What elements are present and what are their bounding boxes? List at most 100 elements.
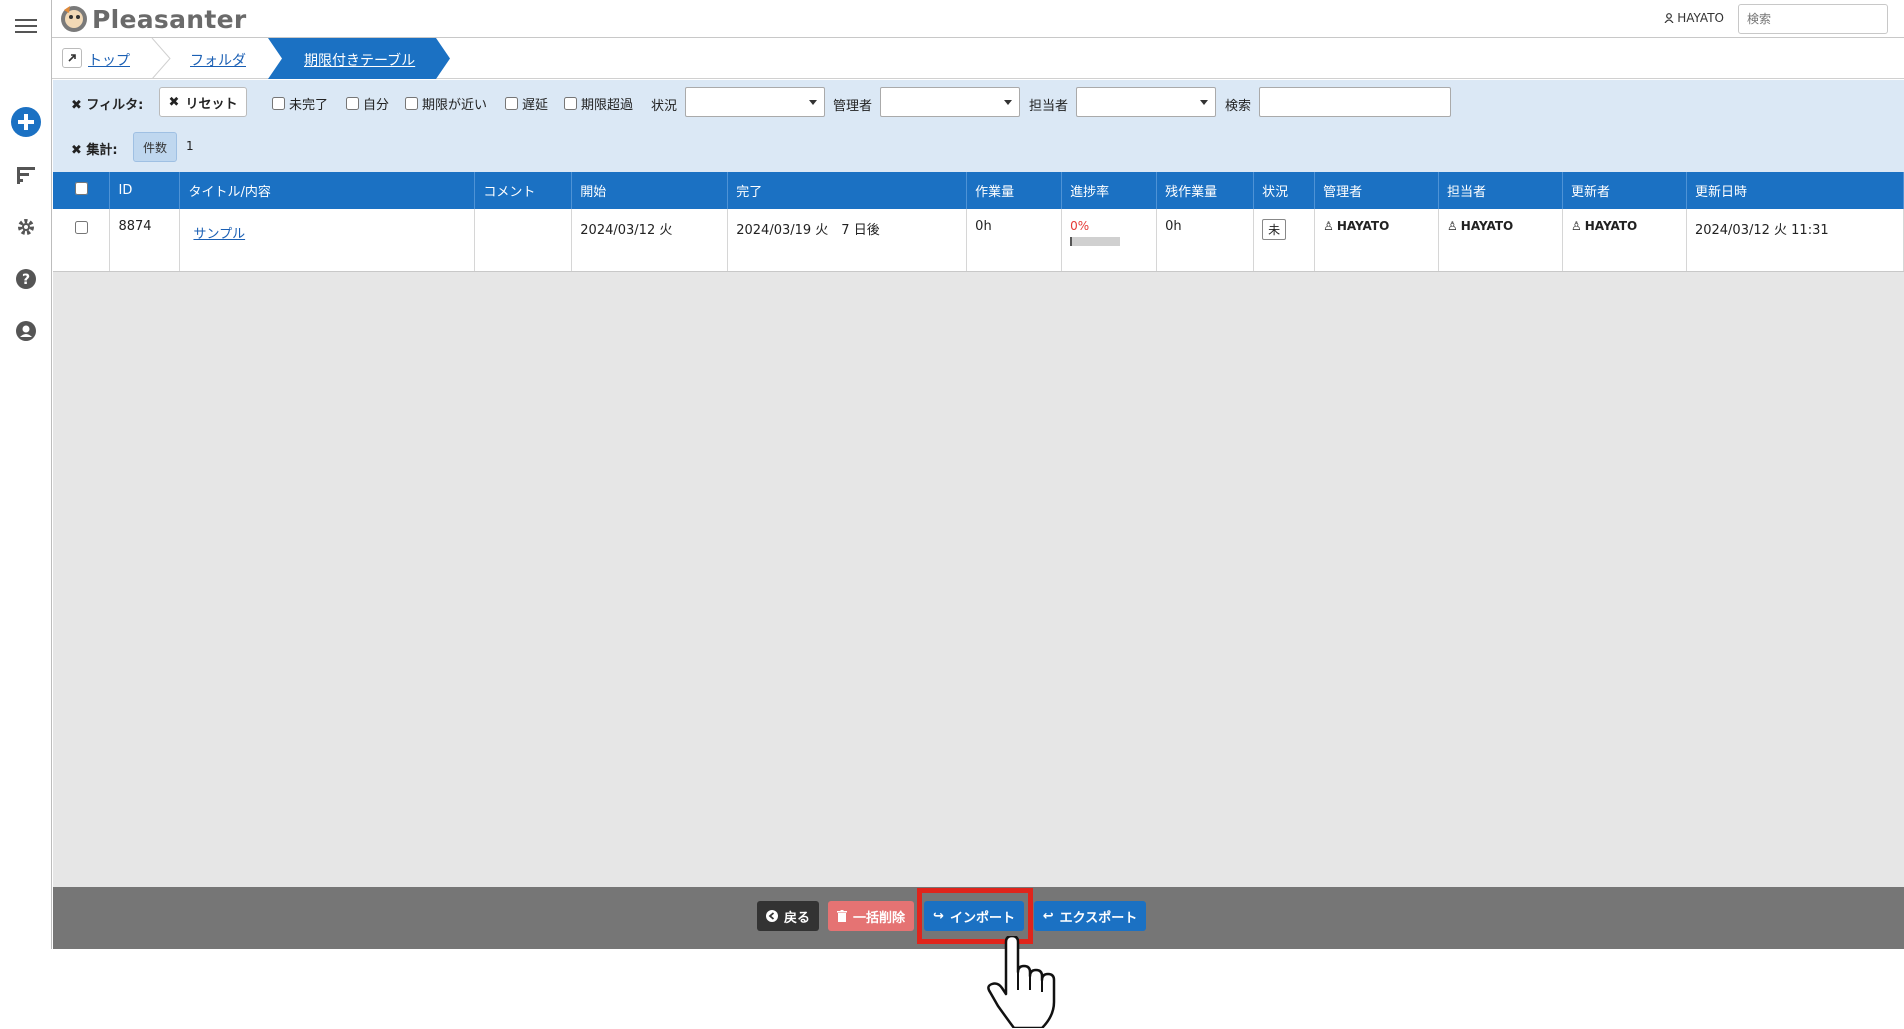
row-checkbox[interactable] [75, 221, 88, 234]
new-item-plus-icon[interactable] [10, 106, 42, 138]
table-row[interactable]: 8874 サンプル 2024/03/12 火 2024/03/19 火 7 日後… [53, 209, 1904, 272]
column-header-title[interactable]: タイトル/内容 [179, 172, 476, 209]
filter-label: フィルタ: [86, 98, 144, 113]
column-header-id[interactable]: ID [109, 172, 181, 209]
aggregation-label: 集計: [86, 143, 118, 158]
trash-icon [836, 910, 847, 922]
top-header: Pleasanter HAYATO [52, 0, 1904, 38]
aggregation-toggle[interactable]: ✖ 集計: [71, 139, 118, 158]
export-icon: ↩ [1042, 908, 1054, 924]
title-link[interactable]: サンプル [193, 223, 245, 242]
filter-self-checkbox[interactable] [346, 97, 359, 110]
filter-near-deadline-label: 期限が近い [422, 98, 488, 113]
breadcrumb-item-current[interactable]: 期限付きテーブル [304, 50, 415, 70]
updator-cell: ♙ HAYATO [1562, 209, 1687, 272]
row-select-cell [53, 209, 111, 272]
status-filter-label: 状況 [651, 99, 678, 114]
pointing-hand-icon [987, 936, 1056, 1028]
manager-filter-select[interactable] [880, 87, 1020, 117]
owner-filter-select[interactable] [1076, 87, 1216, 117]
filter-toggle[interactable]: ✖ フィルタ: [71, 94, 143, 113]
manager-filter-label: 管理者 [833, 99, 873, 114]
export-button[interactable]: ↩ エクスポート [1034, 901, 1146, 931]
help-icon[interactable]: ? [10, 263, 42, 295]
app-logo[interactable]: Pleasanter [60, 3, 247, 35]
comment-cell [474, 209, 573, 272]
reset-filter-button[interactable]: ✖ リセット [159, 87, 247, 117]
progress-rate-text: 0% [1070, 219, 1090, 233]
user-icon: ♙ [1447, 219, 1458, 233]
current-user[interactable]: HAYATO [1664, 11, 1724, 25]
manager-cell: ♙ HAYATO [1314, 209, 1440, 272]
search-filter-input[interactable] [1259, 87, 1451, 117]
filter-overdue[interactable]: 期限超過 [564, 94, 633, 113]
remaining-cell: 0h [1156, 209, 1255, 272]
grid-area: ID タイトル/内容 コメント 開始 完了 作業量 進捗率 残作業量 状況 管理… [53, 172, 1904, 887]
back-icon [765, 910, 778, 922]
filter-incomplete-label: 未完了 [289, 98, 329, 113]
end-cell: 2024/03/19 火 7 日後 [727, 209, 968, 272]
filter-near-deadline[interactable]: 期限が近い [405, 94, 487, 113]
filter-delay-label: 遅延 [522, 98, 549, 113]
breadcrumb-separator-icon [151, 38, 171, 79]
column-header-progress[interactable]: 進捗率 [1061, 172, 1158, 209]
progress-cell: 0% [1061, 209, 1158, 272]
filter-delay-checkbox[interactable] [505, 97, 518, 110]
search-filter-label: 検索 [1225, 99, 1252, 114]
header-search-input[interactable] [1738, 4, 1888, 34]
link-icon[interactable] [62, 48, 82, 68]
user-icon: ♙ [1323, 219, 1334, 233]
reset-label: リセット [185, 96, 238, 112]
select-all-checkbox[interactable] [75, 182, 88, 195]
owner-filter-label: 担当者 [1029, 99, 1069, 114]
progress-bar [1070, 237, 1121, 246]
export-label: エクスポート [1059, 910, 1138, 926]
gear-icon[interactable] [10, 211, 42, 243]
data-grid: ID タイトル/内容 コメント 開始 完了 作業量 進捗率 残作業量 状況 管理… [53, 172, 1904, 272]
column-header-end[interactable]: 完了 [727, 172, 968, 209]
left-sidebar: ? [0, 0, 52, 949]
updator-name: HAYATO [1584, 219, 1638, 233]
column-header-status[interactable]: 状況 [1253, 172, 1316, 209]
start-cell: 2024/03/12 火 [571, 209, 729, 272]
column-header-owner[interactable]: 担当者 [1438, 172, 1563, 209]
column-header-updator[interactable]: 更新者 [1562, 172, 1687, 209]
bulk-delete-button[interactable]: 一括削除 [828, 901, 914, 931]
breadcrumb-item-folder[interactable]: フォルダ [190, 50, 246, 70]
bulk-delete-label: 一括削除 [852, 910, 905, 926]
column-header-remaining[interactable]: 残作業量 [1156, 172, 1255, 209]
work-value-cell: 0h [966, 209, 1063, 272]
column-header-start[interactable]: 開始 [571, 172, 729, 209]
back-button[interactable]: 戻る [757, 901, 819, 931]
column-header-comment[interactable]: コメント [474, 172, 573, 209]
hamburger-menu-icon[interactable] [10, 10, 42, 42]
filter-delay[interactable]: 遅延 [505, 94, 548, 113]
column-header-updated-time[interactable]: 更新日時 [1686, 172, 1904, 209]
aggregation-count-button[interactable]: 件数 [133, 132, 177, 162]
filter-incomplete-checkbox[interactable] [272, 97, 285, 110]
back-label: 戻る [783, 910, 810, 926]
user-icon: ♙ [1571, 219, 1582, 233]
grid-header-row: ID タイトル/内容 コメント 開始 完了 作業量 進捗率 残作業量 状況 管理… [53, 172, 1904, 209]
user-account-icon[interactable] [10, 315, 42, 347]
filter-incomplete[interactable]: 未完了 [272, 94, 328, 113]
select-all-header [53, 172, 111, 209]
aggregation-count-value: 1 [186, 139, 194, 153]
pleasanter-logo-icon [61, 6, 87, 32]
close-icon: ✖ [168, 94, 180, 110]
current-user-name: HAYATO [1677, 11, 1724, 25]
status-cell: 未 [1253, 209, 1316, 272]
logo-text: Pleasanter [92, 4, 247, 34]
status-filter-select[interactable] [685, 87, 825, 117]
owner-name: HAYATO [1460, 219, 1514, 233]
manager-name: HAYATO [1336, 219, 1390, 233]
view-list-icon[interactable] [10, 159, 42, 191]
column-header-manager[interactable]: 管理者 [1314, 172, 1440, 209]
filter-self[interactable]: 自分 [346, 94, 389, 113]
column-header-work-value[interactable]: 作業量 [966, 172, 1063, 209]
owner-cell: ♙ HAYATO [1438, 209, 1563, 272]
breadcrumb-item-top[interactable]: トップ [88, 50, 130, 70]
filter-near-deadline-checkbox[interactable] [405, 97, 418, 110]
updated-time-cell: 2024/03/12 火 11:31 [1686, 209, 1904, 272]
filter-overdue-checkbox[interactable] [564, 97, 577, 110]
